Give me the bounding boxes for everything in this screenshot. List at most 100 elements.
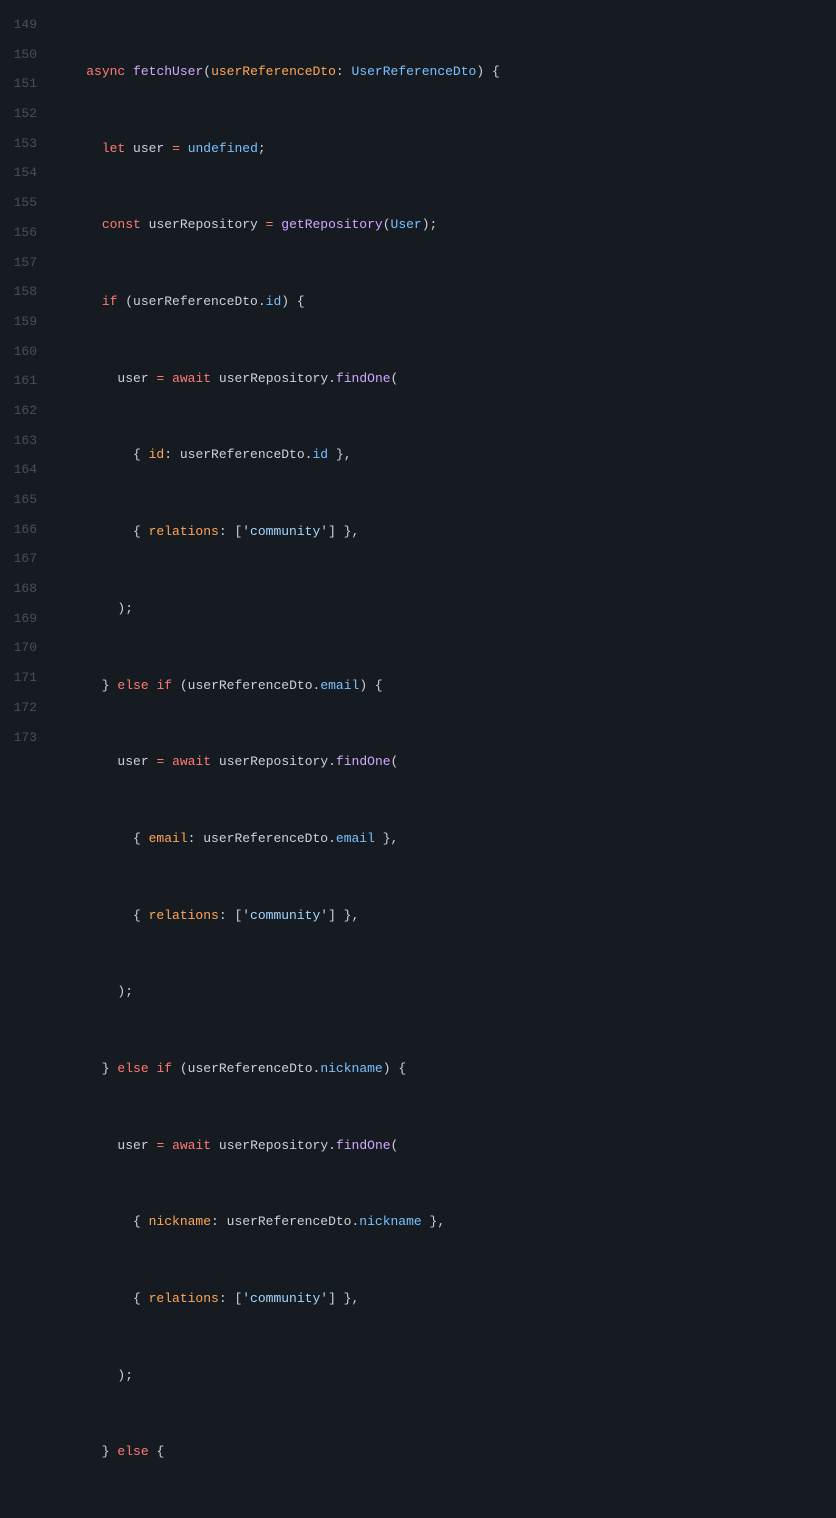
prop-email: email bbox=[336, 831, 375, 846]
param-userReferenceDto: userReferenceDto bbox=[211, 64, 336, 79]
fn-getRepository: getRepository bbox=[281, 217, 382, 232]
line-number: 171 bbox=[0, 663, 37, 693]
var-userRepository: userRepository bbox=[149, 217, 258, 232]
line-number: 160 bbox=[0, 337, 37, 367]
key-email: email bbox=[149, 831, 188, 846]
key-relations: relations bbox=[149, 908, 219, 923]
line-number: 159 bbox=[0, 307, 37, 337]
code-line: if (userReferenceDto.id) { bbox=[55, 287, 836, 317]
code-line: { relations: ['community'] }, bbox=[55, 517, 836, 547]
code-line: user = await userRepository.findOne( bbox=[55, 747, 836, 777]
code-line: { nickname: userReferenceDto.nickname }, bbox=[55, 1207, 836, 1237]
line-number: 150 bbox=[0, 40, 37, 70]
line-number: 167 bbox=[0, 544, 37, 574]
var-userRepository: userRepository bbox=[219, 1138, 328, 1153]
var-user: user bbox=[117, 371, 148, 386]
code-line: const userRepository = getRepository(Use… bbox=[55, 210, 836, 240]
operator-eq: = bbox=[156, 754, 164, 769]
code-line: let user = undefined; bbox=[55, 134, 836, 164]
code-line: ); bbox=[55, 977, 836, 1007]
fn-fetchUser: fetchUser bbox=[133, 64, 203, 79]
keyword-await: await bbox=[172, 1138, 211, 1153]
code-line: { email: userReferenceDto.email }, bbox=[55, 824, 836, 854]
line-number: 157 bbox=[0, 248, 37, 278]
code-line: { relations: ['community'] }, bbox=[55, 901, 836, 931]
fn-findOne: findOne bbox=[336, 1138, 391, 1153]
fn-findOne: findOne bbox=[336, 371, 391, 386]
var-userReferenceDto: userReferenceDto bbox=[188, 1061, 313, 1076]
key-nickname: nickname bbox=[149, 1214, 211, 1229]
key-relations: relations bbox=[149, 524, 219, 539]
line-number: 165 bbox=[0, 485, 37, 515]
line-number: 164 bbox=[0, 455, 37, 485]
keyword-if: if bbox=[156, 1061, 172, 1076]
string-community: 'community' bbox=[242, 524, 328, 539]
code-line: ); bbox=[55, 594, 836, 624]
code-line: { id: userReferenceDto.id }, bbox=[55, 440, 836, 470]
code-line: async fetchUser(userReferenceDto: UserRe… bbox=[55, 57, 836, 87]
keyword-else: else bbox=[117, 1444, 148, 1459]
line-number: 151 bbox=[0, 69, 37, 99]
keyword-const: const bbox=[102, 217, 141, 232]
line-number: 170 bbox=[0, 633, 37, 663]
code-line: user = await userRepository.findOne( bbox=[55, 364, 836, 394]
code-line: } else { bbox=[55, 1437, 836, 1467]
var-userRepository: userRepository bbox=[219, 754, 328, 769]
var-userReferenceDto: userReferenceDto bbox=[203, 831, 328, 846]
line-number: 161 bbox=[0, 366, 37, 396]
code-content[interactable]: async fetchUser(userReferenceDto: UserRe… bbox=[55, 0, 836, 1518]
line-number: 149 bbox=[0, 10, 37, 40]
line-number: 156 bbox=[0, 218, 37, 248]
keyword-await: await bbox=[172, 371, 211, 386]
keyword-else: else bbox=[117, 1061, 148, 1076]
line-number: 166 bbox=[0, 515, 37, 545]
var-user: user bbox=[133, 141, 164, 156]
prop-email: email bbox=[320, 678, 359, 693]
line-number: 162 bbox=[0, 396, 37, 426]
fn-findOne: findOne bbox=[336, 754, 391, 769]
var-userReferenceDto: userReferenceDto bbox=[188, 678, 313, 693]
operator-eq: = bbox=[156, 1138, 164, 1153]
line-number: 154 bbox=[0, 158, 37, 188]
operator-eq: = bbox=[172, 141, 180, 156]
var-userReferenceDto: userReferenceDto bbox=[180, 447, 305, 462]
string-community: 'community' bbox=[242, 1291, 328, 1306]
line-number: 158 bbox=[0, 277, 37, 307]
var-userRepository: userRepository bbox=[219, 371, 328, 386]
type-UserReferenceDto: UserReferenceDto bbox=[352, 64, 477, 79]
prop-nickname: nickname bbox=[320, 1061, 382, 1076]
var-user: user bbox=[117, 1138, 148, 1153]
key-relations: relations bbox=[149, 1291, 219, 1306]
key-id: id bbox=[149, 447, 165, 462]
prop-id: id bbox=[266, 294, 282, 309]
line-number: 152 bbox=[0, 99, 37, 129]
line-number: 163 bbox=[0, 426, 37, 456]
literal-undefined: undefined bbox=[188, 141, 258, 156]
prop-nickname: nickname bbox=[359, 1214, 421, 1229]
line-number: 168 bbox=[0, 574, 37, 604]
code-editor: 1491501511521531541551561571581591601611… bbox=[0, 0, 836, 1518]
prop-id: id bbox=[312, 447, 328, 462]
var-user: user bbox=[117, 754, 148, 769]
operator-eq: = bbox=[156, 371, 164, 386]
string-community: 'community' bbox=[242, 908, 328, 923]
operator-eq: = bbox=[266, 217, 274, 232]
var-userReferenceDto: userReferenceDto bbox=[133, 294, 258, 309]
code-line: user = await userRepository.findOne( bbox=[55, 1131, 836, 1161]
keyword-await: await bbox=[172, 754, 211, 769]
code-line: { relations: ['community'] }, bbox=[55, 1284, 836, 1314]
line-number: 169 bbox=[0, 604, 37, 634]
line-number: 172 bbox=[0, 693, 37, 723]
keyword-let: let bbox=[102, 141, 125, 156]
line-number: 153 bbox=[0, 129, 37, 159]
line-number: 173 bbox=[0, 723, 37, 753]
class-User: User bbox=[391, 217, 422, 232]
keyword-async: async bbox=[86, 64, 125, 79]
var-userReferenceDto: userReferenceDto bbox=[227, 1214, 352, 1229]
keyword-if: if bbox=[102, 294, 118, 309]
code-line: throw new NotFoundException( bbox=[55, 1514, 836, 1518]
line-number-gutter: 1491501511521531541551561571581591601611… bbox=[0, 0, 55, 1518]
keyword-if: if bbox=[156, 678, 172, 693]
keyword-else: else bbox=[117, 678, 148, 693]
code-line: } else if (userReferenceDto.email) { bbox=[55, 671, 836, 701]
